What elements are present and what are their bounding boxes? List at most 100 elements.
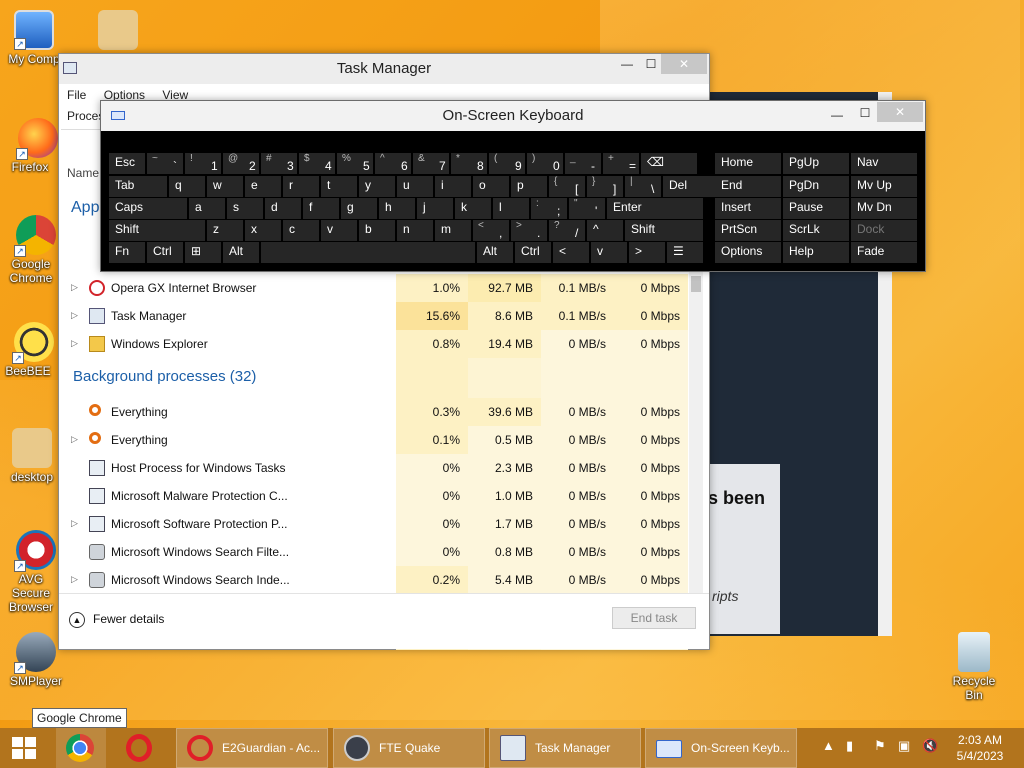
osk-key[interactable] [261, 242, 475, 263]
action-center-flag-icon[interactable]: ⚑ [874, 738, 886, 754]
osk-titlebar[interactable]: On-Screen Keyboard — ☐ ✕ [101, 101, 925, 131]
osk-key[interactable]: & 7 [413, 153, 449, 174]
osk-key[interactable]: Del [663, 176, 719, 197]
osk-key[interactable]: g [341, 198, 377, 219]
osk-key[interactable]: {[ [549, 176, 585, 197]
osk-nav-key[interactable]: Dock [851, 220, 917, 241]
osk-key[interactable]: p [511, 176, 547, 197]
volume-muted-icon[interactable]: 🔇 [922, 738, 938, 754]
osk-maximize-button[interactable]: ☐ [851, 103, 879, 123]
desktop-icon-smplayer[interactable]: ↗ SMPlayer [6, 632, 66, 688]
osk-key[interactable]: Fn [109, 242, 145, 263]
desktop-icon-chrome[interactable]: ↗ Google Chrome [6, 215, 66, 285]
pinned-opera[interactable] [112, 728, 162, 768]
osk-key[interactable]: k [455, 198, 491, 219]
osk-key[interactable]: ) 0 [527, 153, 563, 174]
expand-chevron-icon[interactable]: ▷ [71, 518, 78, 529]
desktop-icon-my-computer[interactable]: ↗ My Comp [4, 10, 64, 66]
osk-key[interactable]: ⌫ [641, 153, 697, 174]
osk-key[interactable]: (9 [489, 153, 525, 174]
taskbar-task-task-manager[interactable]: Task Manager [489, 728, 641, 768]
osk-key[interactable]: ! 1 [185, 153, 221, 174]
osk-key[interactable]: e [245, 176, 281, 197]
osk-nav-key[interactable]: PgDn [783, 176, 849, 197]
osk-key[interactable]: ☰ [667, 242, 703, 263]
scrollbar-thumb[interactable] [691, 276, 701, 292]
osk-key[interactable]: Shift [109, 220, 205, 241]
osk-key[interactable]: + = [603, 153, 639, 174]
osk-key[interactable]: t [321, 176, 357, 197]
osk-key[interactable]: > [629, 242, 665, 263]
start-button[interactable] [0, 728, 50, 768]
osk-key[interactable]: l [493, 198, 529, 219]
osk-key[interactable]: | \ [625, 176, 661, 197]
on-screen-keyboard-window[interactable]: On-Screen Keyboard — ☐ ✕ Esc ~ `! 1 @2 #3 $4% 5… [100, 100, 926, 272]
osk-nav-key[interactable]: Help [783, 242, 849, 263]
osk-nav-key[interactable]: Mv Up [851, 176, 917, 197]
expand-chevron-icon[interactable]: ▷ [71, 282, 78, 293]
taskbar-task-fte-quake[interactable]: FTE Quake [333, 728, 485, 768]
osk-key[interactable]: _ - [565, 153, 601, 174]
osk-key[interactable]: Ctrl [147, 242, 183, 263]
osk-nav-key[interactable]: Pause [783, 198, 849, 219]
close-button[interactable]: ✕ [661, 54, 707, 74]
taskbar-task-e2guardian[interactable]: E2Guardian - Ac... [176, 728, 328, 768]
osk-key[interactable]: @2 [223, 153, 259, 174]
osk-key[interactable]: a [189, 198, 225, 219]
osk-key[interactable]: }] [587, 176, 623, 197]
process-row-task-manager[interactable]: ▷ Task Manager 15.6% 8.6 MB 0.1 MB/s 0 M… [61, 302, 697, 330]
process-row-search-filter[interactable]: Microsoft Windows Search Filte... 0% 0.8… [61, 538, 697, 566]
osk-key[interactable]: ^ 6 [375, 153, 411, 174]
expand-chevron-icon[interactable]: ▷ [71, 338, 78, 349]
osk-nav-key[interactable]: Insert [715, 198, 781, 219]
osk-key[interactable]: c [283, 220, 319, 241]
osk-key[interactable]: ? / [549, 220, 585, 241]
osk-key[interactable]: s [227, 198, 263, 219]
osk-key[interactable]: h [379, 198, 415, 219]
osk-key[interactable]: o [473, 176, 509, 197]
end-task-button[interactable]: End task [612, 607, 696, 629]
osk-key[interactable]: u [397, 176, 433, 197]
task-manager-titlebar[interactable]: Task Manager — ☐ ✕ [59, 54, 709, 84]
osk-key[interactable]: < [553, 242, 589, 263]
osk-nav-key[interactable]: Options [715, 242, 781, 263]
osk-key[interactable]: f [303, 198, 339, 219]
osk-key[interactable]: Shift [625, 220, 703, 241]
osk-key[interactable]: % 5 [337, 153, 373, 174]
osk-key[interactable]: #3 [261, 153, 297, 174]
monitor-icon[interactable]: ▣ [898, 738, 910, 754]
network-icon[interactable]: ▮ [846, 738, 853, 754]
osk-nav-key[interactable]: End [715, 176, 781, 197]
process-row-malware-protection[interactable]: Microsoft Malware Protection C... 0% 1.0… [61, 482, 697, 510]
osk-key[interactable]: w [207, 176, 243, 197]
osk-key[interactable]: Tab [109, 176, 167, 197]
osk-key[interactable]: >. [511, 220, 547, 241]
osk-nav-key[interactable]: PrtScn [715, 220, 781, 241]
osk-key[interactable]: Alt [477, 242, 513, 263]
osk-key[interactable]: d [265, 198, 301, 219]
process-list-scrollbar[interactable]: ▼ [689, 272, 703, 646]
process-row-explorer[interactable]: ▷ Windows Explorer 0.8% 19.4 MB 0 MB/s 0… [61, 330, 697, 358]
osk-key[interactable]: :; [531, 198, 567, 219]
osk-key[interactable]: m [435, 220, 471, 241]
osk-key[interactable]: Alt [223, 242, 259, 263]
osk-key[interactable]: * 8 [451, 153, 487, 174]
column-name-header[interactable]: Name [67, 166, 99, 180]
osk-key[interactable]: Caps [109, 198, 187, 219]
desktop-icon-desktop[interactable]: desktop [2, 428, 62, 484]
process-row-opera[interactable]: ▷ Opera GX Internet Browser 1.0% 92.7 MB… [61, 274, 697, 302]
osk-key[interactable]: ^ [587, 220, 623, 241]
taskbar-task-osk[interactable]: On-Screen Keyb... [645, 728, 797, 768]
osk-key[interactable]: i [435, 176, 471, 197]
osk-key[interactable]: Esc [109, 153, 145, 174]
osk-key[interactable]: y [359, 176, 395, 197]
process-row-search-indexer[interactable]: ▷ Microsoft Windows Search Inde... 0.2% … [61, 566, 697, 594]
desktop-icon-beebee[interactable]: ↗ BeeBEE [4, 322, 64, 378]
osk-key[interactable]: j [417, 198, 453, 219]
desktop-icon-settings-gear[interactable] [88, 10, 148, 52]
process-row-host-process[interactable]: Host Process for Windows Tasks 0% 2.3 MB… [61, 454, 697, 482]
osk-key[interactable]: ⊞ [185, 242, 221, 263]
fewer-details-button[interactable]: ▲ Fewer details [69, 612, 164, 628]
osk-key[interactable]: " ' [569, 198, 605, 219]
osk-nav-key[interactable]: Nav [851, 153, 917, 174]
